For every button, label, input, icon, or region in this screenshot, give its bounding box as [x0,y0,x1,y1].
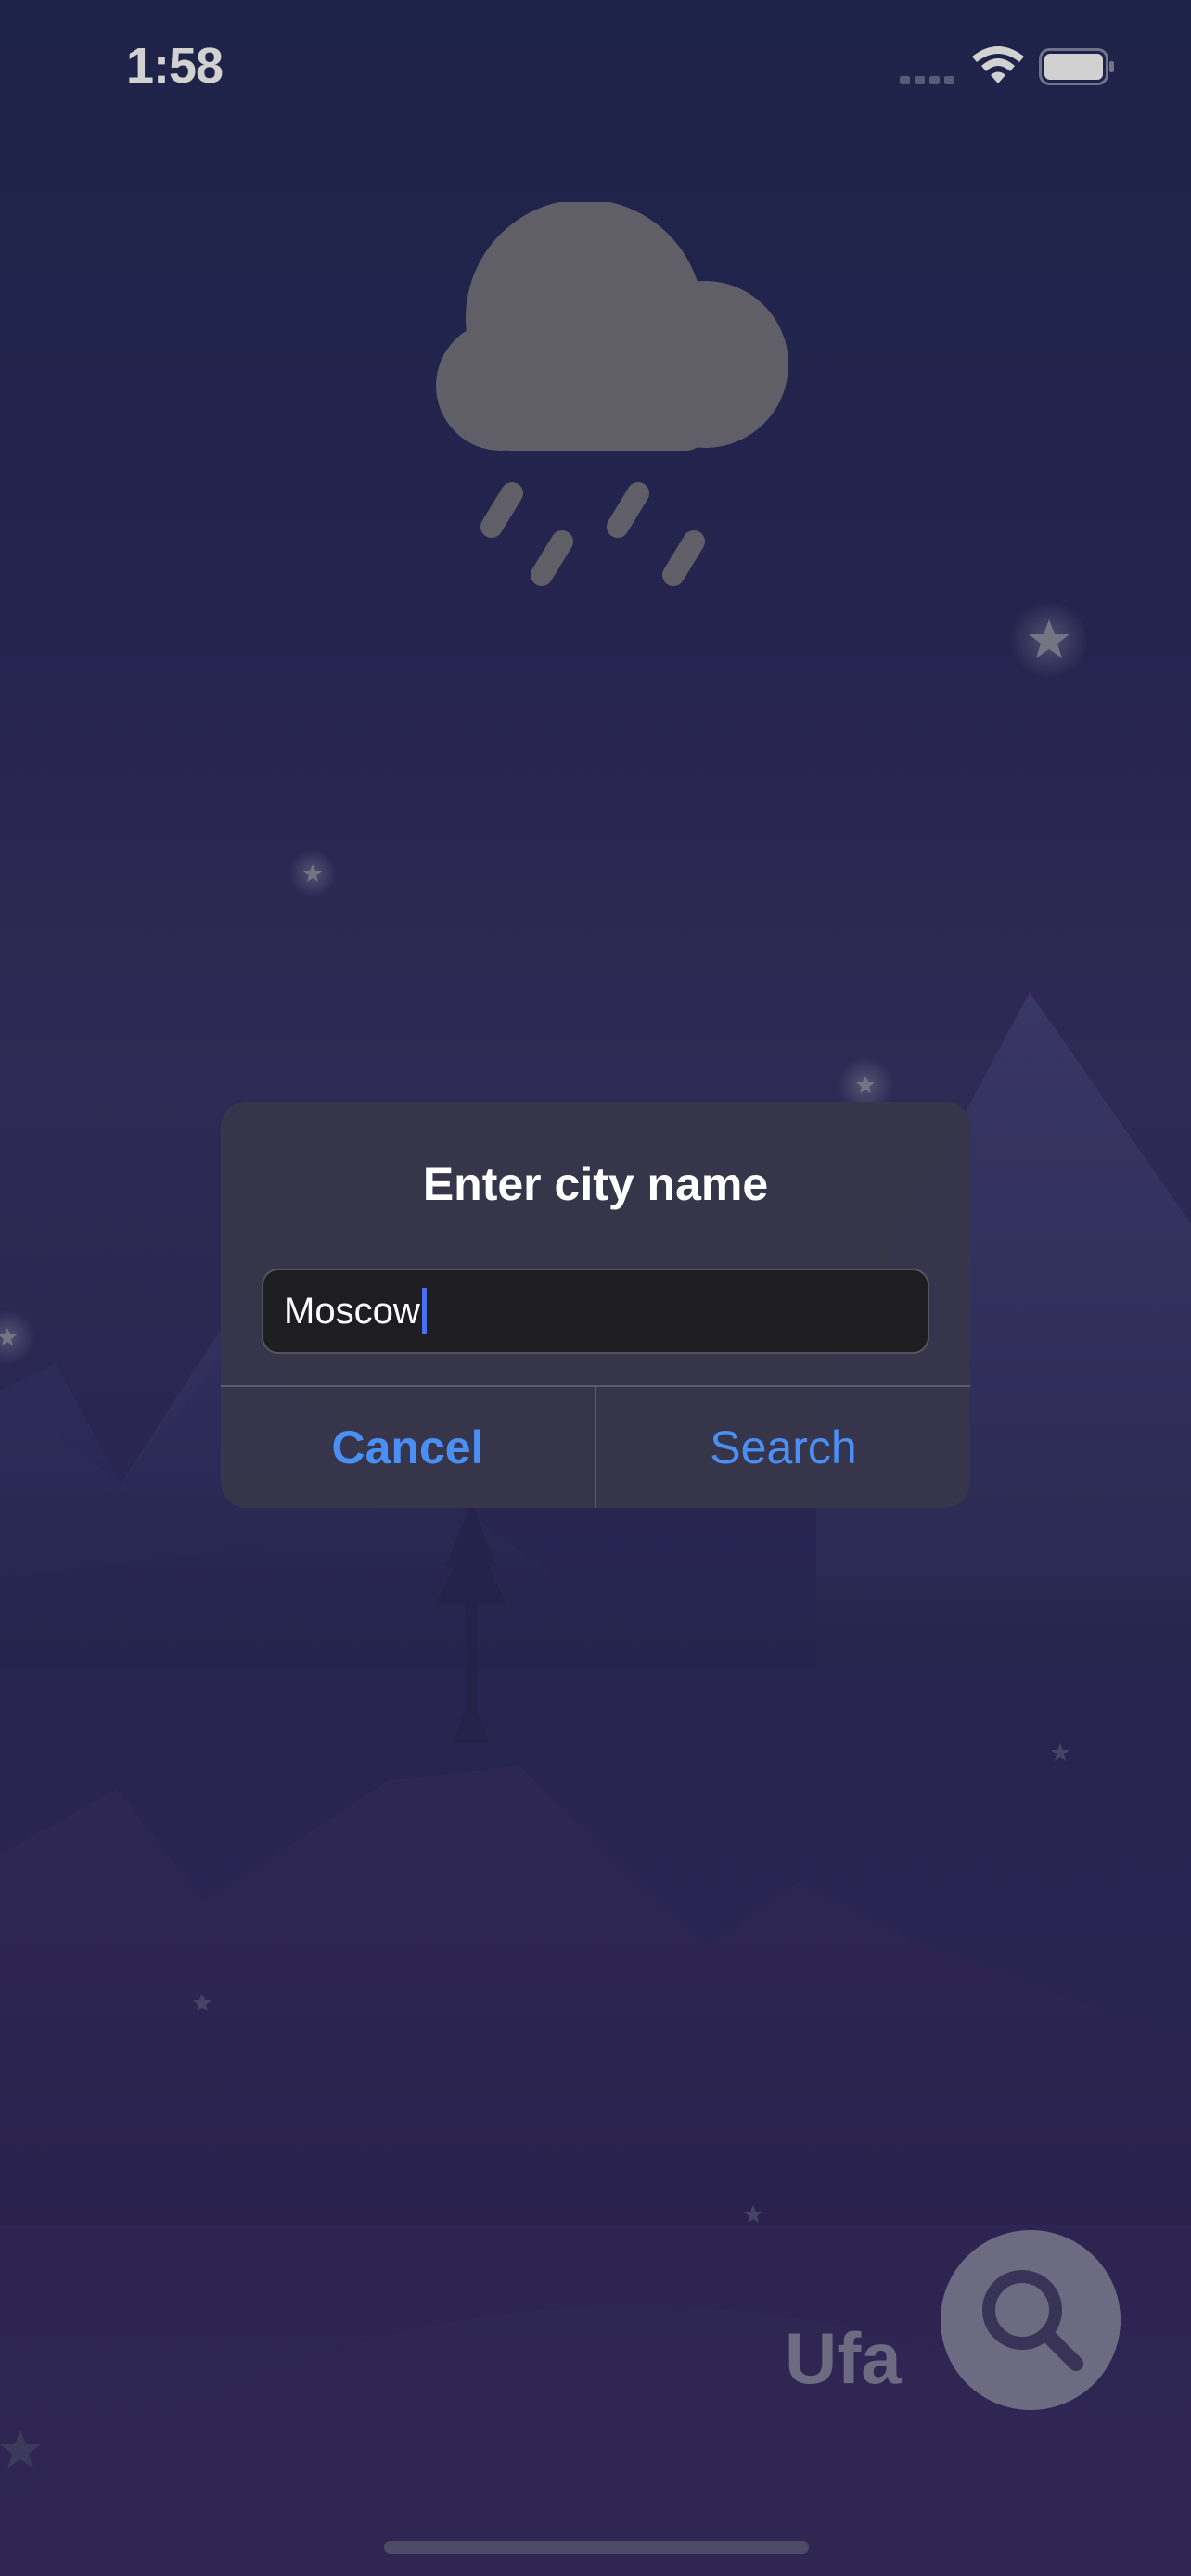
cancel-button[interactable]: Cancel [221,1387,595,1508]
city-name-input-value: Moscow [284,1290,420,1332]
current-city-label: Ufa [785,2317,902,2399]
alert-title: Enter city name [422,1158,769,1210]
text-cursor [421,1288,427,1334]
magnifying-glass-icon [982,2270,1083,2371]
enter-city-alert: Enter city name Moscow Cancel Search [221,1102,970,1508]
app-screen: 1:58 Ufa Enter city name Moscow Cancel S… [0,0,1191,2576]
search-city-button[interactable] [941,2230,1121,2410]
search-button[interactable]: Search [596,1387,970,1508]
home-indicator[interactable] [384,2541,809,2554]
city-name-input[interactable]: Moscow [262,1269,929,1354]
